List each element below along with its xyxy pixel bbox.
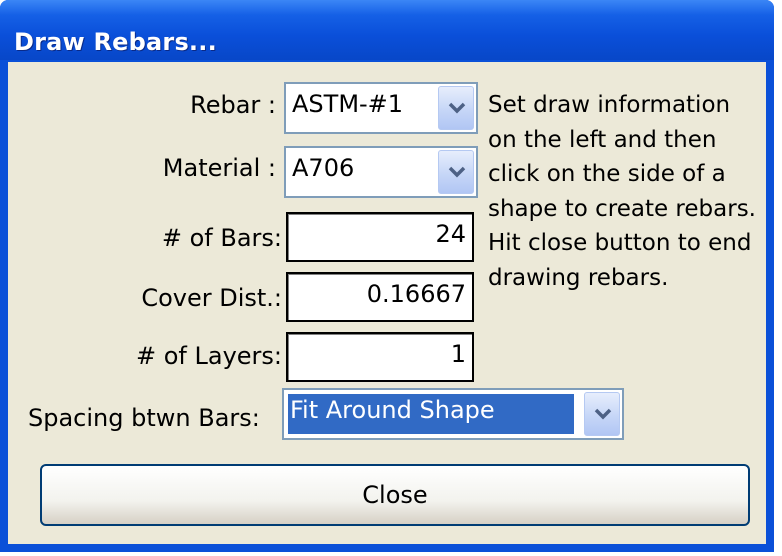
rebar-label: Rebar : [190,91,276,119]
window-title: Draw Rebars... [14,28,217,56]
spacing-select-value: Fit Around Shape [288,394,574,434]
chevron-down-icon [594,408,612,420]
bars-label: # of Bars: [161,224,282,252]
material-label: Material : [162,154,276,182]
rebar-dropdown-button[interactable] [438,86,474,130]
spacing-label: Spacing btwn Bars: [28,404,260,432]
bars-input-value: 24 [435,220,466,248]
layers-input[interactable]: 1 [286,332,474,382]
draw-rebars-window: Draw Rebars... Rebar : ASTM-#1 Material … [0,0,774,552]
spacing-dropdown-button[interactable] [584,392,620,436]
close-button[interactable]: Close [40,464,750,526]
material-select-value: A706 [292,154,355,182]
bars-input[interactable]: 24 [286,212,474,262]
chevron-down-icon [448,102,466,114]
material-select[interactable]: A706 [284,146,478,198]
rebar-select-value: ASTM-#1 [292,90,404,118]
layers-input-value: 1 [450,340,466,368]
layers-label: # of Layers: [135,342,282,370]
rebar-select[interactable]: ASTM-#1 [284,82,478,134]
spacing-select[interactable]: Fit Around Shape [282,388,624,440]
material-dropdown-button[interactable] [438,150,474,194]
chevron-down-icon [448,166,466,178]
instructions-text: Set draw information on the left and the… [488,92,756,291]
dialog-body: Rebar : ASTM-#1 Material : A706 # of Bar… [8,62,766,544]
cover-dist-input-value: 0.16667 [366,280,466,308]
title-bar[interactable]: Draw Rebars... [0,0,774,60]
cover-dist-input[interactable]: 0.16667 [286,272,474,322]
cover-dist-label: Cover Dist.: [141,284,282,312]
